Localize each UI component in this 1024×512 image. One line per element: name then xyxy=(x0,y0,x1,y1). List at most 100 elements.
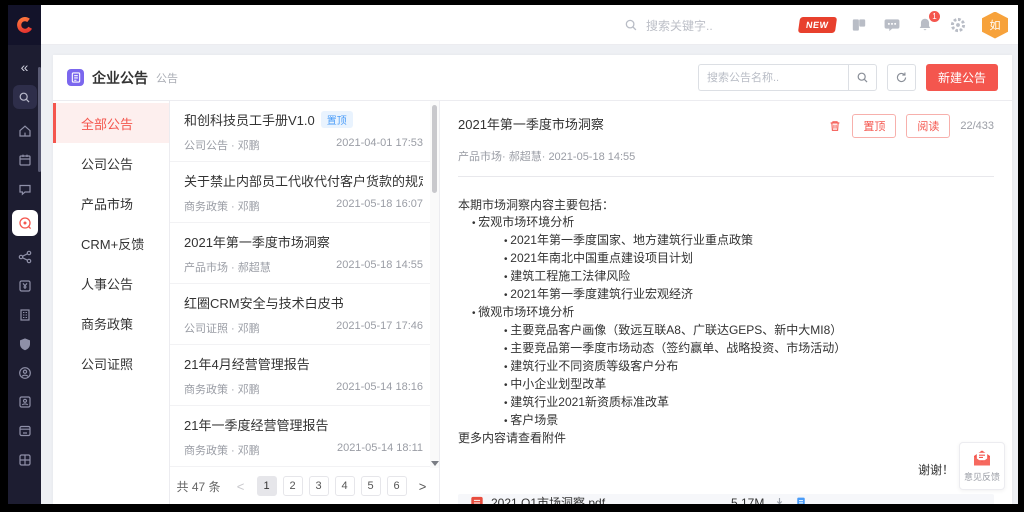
chat-icon[interactable] xyxy=(883,16,901,34)
sidebar-icon-stack xyxy=(12,123,38,468)
announcement-title: 2021年第一季度市场洞察 xyxy=(184,232,330,251)
announcement-icon-active[interactable] xyxy=(12,210,38,236)
company-icon[interactable] xyxy=(17,307,33,323)
announcement-row[interactable]: 2021年第一季度市场洞察 产品市场 · 郝超慧 2021-05-18 14:5… xyxy=(170,223,439,284)
announcement-search-input[interactable] xyxy=(698,64,848,91)
sidebar-collapse-button[interactable]: « xyxy=(21,59,29,75)
refresh-button[interactable] xyxy=(887,64,916,91)
detail-actions: 置顶 阅读 22/433 xyxy=(828,114,994,138)
pagination-prev-button[interactable]: < xyxy=(231,476,251,496)
detail-body-line: 宏观市场环境分析 xyxy=(472,214,994,232)
bell-icon[interactable]: 1 xyxy=(916,16,934,34)
category-item-product[interactable]: 产品市场 xyxy=(53,183,169,223)
feedback-label: 意见反馈 xyxy=(964,470,1000,483)
user-avatar[interactable]: 如 xyxy=(982,12,1008,39)
detail-body-line: 更多内容请查看附件 xyxy=(458,430,994,447)
page-subtitle: 公告 xyxy=(156,70,178,86)
pagination-page-4[interactable]: 4 xyxy=(335,476,355,496)
list-scrollbar-thumb[interactable] xyxy=(432,105,437,193)
announcement-row[interactable]: 红圈CRM安全与技术白皮书 公司证照 · 邓鹏 2021-05-17 17:46 xyxy=(170,284,439,345)
service-user-icon[interactable] xyxy=(17,365,33,381)
schedule-icon[interactable] xyxy=(17,152,33,168)
detail-meta: 产品市场· 郝超慧· 2021-05-18 14:55 xyxy=(458,148,994,164)
preview-icon[interactable] xyxy=(795,496,807,504)
search-icon xyxy=(624,18,638,32)
detail-body-line: 本期市场洞察内容主要包括： xyxy=(458,197,994,214)
sidebar-search-icon[interactable] xyxy=(13,85,37,109)
category-item-policy[interactable]: 商务政策 xyxy=(53,303,169,343)
notification-count-badge: 1 xyxy=(928,10,941,23)
attachment-row[interactable]: 2021 Q1市场洞察.pdf 5.17M xyxy=(458,494,994,504)
detail-body-line: 主要竞品第一季度市场动态（签约赢单、战略投资、市场活动） xyxy=(504,340,994,358)
global-search-input[interactable]: 搜索关键字.. xyxy=(624,5,713,45)
category-item-company[interactable]: 公司公告 xyxy=(53,143,169,183)
announcement-title: 红圈CRM安全与技术白皮书 xyxy=(184,293,344,312)
announcement-row[interactable]: 关于禁止内部员工代收代付客户货款的规定【商... 商务政策 · 邓鹏 2021-… xyxy=(170,162,439,223)
announcement-search-button[interactable] xyxy=(848,64,877,91)
home-icon[interactable] xyxy=(17,123,33,139)
announcement-row[interactable]: 和创科技员工手册V1.0 置顶 公司公告 · 邓鹏 2021-04-01 17:… xyxy=(170,101,439,162)
main-area: 搜索关键字.. NEW 1 xyxy=(41,5,1018,504)
feedback-button[interactable]: 意见反馈 xyxy=(959,442,1005,490)
announcement-time: 2021-05-14 18:11 xyxy=(337,442,423,458)
attachment-name: 2021 Q1市场洞察.pdf xyxy=(491,494,731,504)
announcement-search-group xyxy=(698,64,877,91)
list-scrollbar[interactable] xyxy=(430,101,439,468)
category-item-hr[interactable]: 人事公告 xyxy=(53,263,169,303)
pagination-page-2[interactable]: 2 xyxy=(283,476,303,496)
pagination-page-6[interactable]: 6 xyxy=(387,476,407,496)
announcement-meta: 公司公告 · 邓鹏 xyxy=(184,137,260,153)
pagination-page-1[interactable]: 1 xyxy=(257,476,277,496)
announcement-title: 21年一季度经营管理报告 xyxy=(184,415,328,434)
list-scrollbar-down-arrow[interactable] xyxy=(431,461,439,466)
global-search-placeholder: 搜索关键字.. xyxy=(646,17,713,34)
detail-body-line: 建筑工程施工法律风险 xyxy=(504,268,994,286)
message-icon[interactable] xyxy=(17,181,33,197)
topbar-actions: NEW 1 xyxy=(799,5,1009,45)
app-logo[interactable] xyxy=(8,5,41,45)
detail-header: 2021年第一季度市场洞察 置顶 阅读 22/433 xyxy=(458,114,994,138)
detail-body: 本期市场洞察内容主要包括： 宏观市场环境分析 2021年第一季度国家、地方建筑行… xyxy=(458,197,994,447)
download-icon[interactable] xyxy=(773,496,786,504)
announcement-time: 2021-05-17 17:46 xyxy=(336,320,423,336)
kanban-icon[interactable] xyxy=(850,16,868,34)
pagination-next-button[interactable]: > xyxy=(413,476,433,496)
detail-body-line: 中小企业划型改革 xyxy=(504,376,994,394)
announcement-meta: 公司证照 · 邓鹏 xyxy=(184,320,260,336)
device-card-icon[interactable] xyxy=(17,423,33,439)
category-item-all[interactable]: 全部公告 xyxy=(53,103,169,143)
topbar: 搜索关键字.. NEW 1 xyxy=(41,5,1018,45)
detail-body-line: 客户场景 xyxy=(504,412,994,430)
page-header: 企业公告 公告 新建公告 xyxy=(53,55,1012,101)
announcement-meta: 商务政策 · 邓鹏 xyxy=(184,442,260,458)
announcement-row[interactable]: 21年4月经营管理报告 商务政策 · 邓鹏 2021-05-14 18:16 xyxy=(170,345,439,406)
gear-icon[interactable] xyxy=(949,16,967,34)
pagination-page-5[interactable]: 5 xyxy=(361,476,381,496)
assets-grid-icon[interactable] xyxy=(17,452,33,468)
announcement-time: 2021-05-14 18:16 xyxy=(336,381,423,397)
category-item-license[interactable]: 公司证照 xyxy=(53,343,169,383)
category-item-crm[interactable]: CRM+反馈 xyxy=(53,223,169,263)
pinned-badge: 置顶 xyxy=(321,111,353,128)
detail-body-line: 2021年第一季度建筑行业宏观经济 xyxy=(504,286,994,304)
announcement-detail: 2021年第一季度市场洞察 置顶 阅读 22/433 产品市场· 郝超慧· 20… xyxy=(440,101,1012,504)
announcement-meta: 产品市场 · 郝超慧 xyxy=(184,259,271,275)
read-button[interactable]: 阅读 xyxy=(906,114,950,138)
security-shield-icon[interactable] xyxy=(17,336,33,352)
delete-icon[interactable] xyxy=(828,119,842,133)
new-badge[interactable]: NEW xyxy=(797,17,836,33)
attachment-size: 5.17M xyxy=(731,496,764,505)
pdf-file-icon xyxy=(470,496,484,505)
announcement-title: 21年4月经营管理报告 xyxy=(184,354,310,373)
finance-icon[interactable] xyxy=(17,278,33,294)
announcement-list-items: 和创科技员工手册V1.0 置顶 公司公告 · 邓鹏 2021-04-01 17:… xyxy=(170,101,439,468)
new-announcement-button[interactable]: 新建公告 xyxy=(926,64,998,91)
pin-button[interactable]: 置顶 xyxy=(852,114,896,138)
share-icon[interactable] xyxy=(17,249,33,265)
contacts-icon[interactable] xyxy=(17,394,33,410)
announcement-title: 关于禁止内部员工代收代付客户货款的规定【商... xyxy=(184,171,423,190)
announcement-row[interactable]: 21年一季度经营管理报告 商务政策 · 邓鹏 2021-05-14 18:11 xyxy=(170,406,439,467)
pagination-page-3[interactable]: 3 xyxy=(309,476,329,496)
read-count: 22/433 xyxy=(960,120,994,132)
app-window: « xyxy=(8,5,1018,504)
